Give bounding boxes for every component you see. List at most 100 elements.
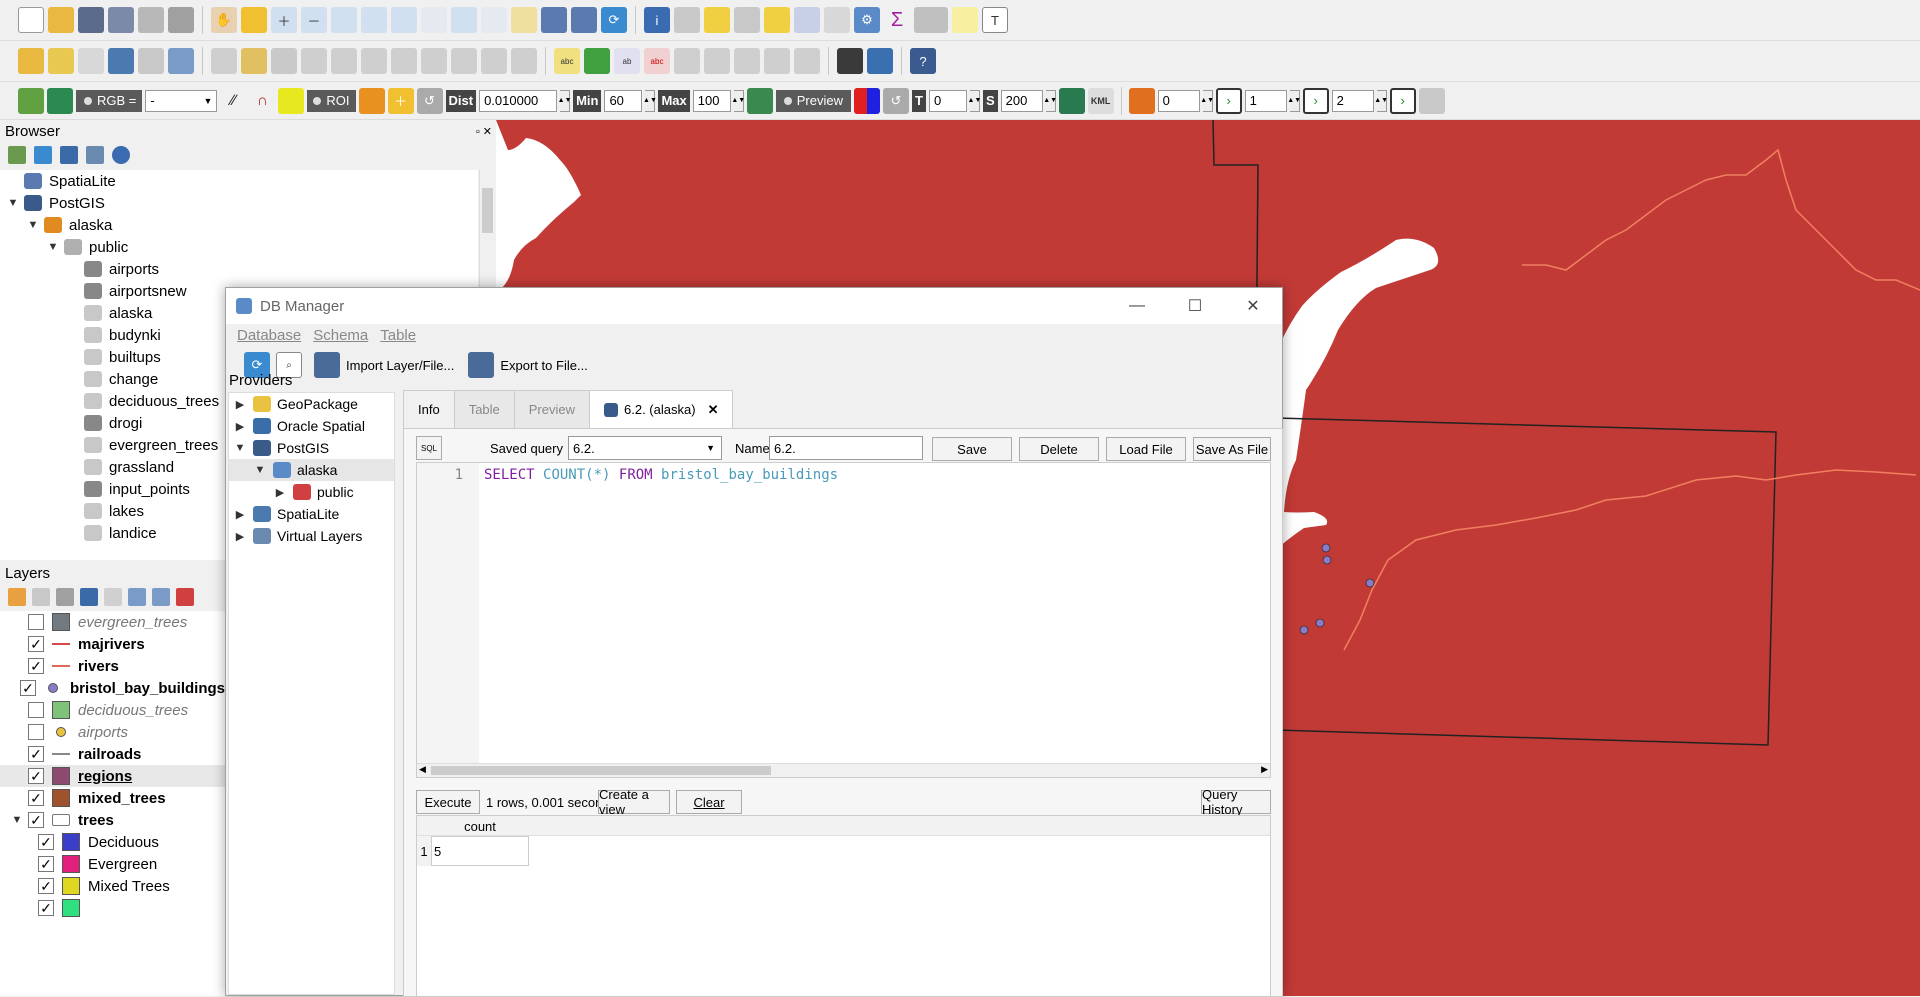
roi-create-icon[interactable] <box>358 87 385 114</box>
current-edits-icon[interactable] <box>211 48 237 74</box>
query-history-button[interactable]: Query History <box>1201 787 1271 817</box>
style-manager-icon[interactable] <box>168 7 194 33</box>
load-file-button[interactable]: Load File <box>1106 437 1186 461</box>
remove-temp-files-icon[interactable] <box>1058 87 1085 114</box>
redo-preview-icon[interactable]: ↺ <box>883 87 909 114</box>
layer-item[interactable]: ✓ Mixed Trees <box>0 875 225 897</box>
layer-item[interactable]: deciduous_trees <box>0 699 225 721</box>
save-project-icon[interactable] <box>78 7 104 33</box>
dist-input[interactable]: 0.010000 <box>479 89 558 112</box>
provider-item[interactable]: ▶ SpatiaLite <box>229 503 394 525</box>
layer-item[interactable]: evergreen_trees <box>0 611 225 633</box>
new-geopackage-icon[interactable] <box>48 48 74 74</box>
layer-visibility-checkbox[interactable]: ✓ <box>28 768 44 784</box>
zoom-next-icon[interactable] <box>481 7 507 33</box>
provider-item[interactable]: ▶ GeoPackage <box>229 393 394 415</box>
result-cell[interactable]: 5 <box>431 836 529 866</box>
expand-arrow-icon[interactable]: ▶ <box>233 420 247 433</box>
expand-arrow-icon[interactable]: ▼ <box>6 197 20 209</box>
action-icon[interactable] <box>674 7 700 33</box>
scroll-right-icon[interactable]: ▶ <box>1261 764 1268 775</box>
copy-features-icon[interactable] <box>421 48 447 74</box>
open-project-icon[interactable] <box>48 7 74 33</box>
execute-button[interactable]: Execute <box>416 790 480 814</box>
toggle-editing-icon[interactable] <box>241 48 267 74</box>
s-spinner[interactable]: ▲▼ <box>1043 89 1057 112</box>
expand-arrow-icon[interactable]: ▼ <box>46 241 60 253</box>
export-file-icon[interactable] <box>468 352 495 378</box>
label-diagram-icon[interactable] <box>584 48 610 74</box>
expand-arrow-icon[interactable]: ▼ <box>10 814 24 826</box>
clear-button[interactable]: Clear <box>676 790 742 814</box>
layer-visibility-checkbox[interactable] <box>28 724 44 740</box>
filter-icon[interactable] <box>60 146 78 164</box>
menu-table[interactable]: Table <box>380 327 416 344</box>
minimize-button[interactable]: — <box>1108 288 1166 324</box>
close-button[interactable]: ✕ <box>1224 288 1282 324</box>
paste-features-icon[interactable] <box>451 48 477 74</box>
expand-all-icon[interactable] <box>128 588 146 606</box>
local-std-stretch-icon[interactable]: ∩ <box>249 88 275 114</box>
building-point[interactable] <box>1321 543 1331 553</box>
min-spinner[interactable]: ▲▼ <box>643 89 657 112</box>
building-point[interactable] <box>1322 555 1332 565</box>
zoom-layer-icon[interactable] <box>391 7 417 33</box>
layer-item[interactable]: ✓ railroads <box>0 743 225 765</box>
t-input[interactable]: 0 <box>928 89 967 112</box>
layer-item[interactable]: ✓ Evergreen <box>0 853 225 875</box>
expand-arrow-icon[interactable]: ▼ <box>26 219 40 231</box>
zoom-out-icon[interactable]: － <box>301 7 327 33</box>
saved-query-select[interactable]: 6.2. ▼ <box>568 436 722 460</box>
layer-item[interactable]: ✓ bristol_bay_buildings <box>0 677 225 699</box>
pin-labels-icon[interactable]: ab <box>614 48 640 74</box>
measure-icon[interactable] <box>914 7 948 33</box>
layer-item[interactable]: airports <box>0 721 225 743</box>
expand-arrow-icon[interactable]: ▼ <box>233 442 247 454</box>
add-feature-icon[interactable] <box>301 48 327 74</box>
layer-visibility-checkbox[interactable] <box>28 614 44 630</box>
provider-item[interactable]: ▼ alaska <box>229 459 394 481</box>
layer-item[interactable]: ✓ majrivers <box>0 633 225 655</box>
band-2-set-icon[interactable]: › <box>1302 87 1329 114</box>
pan-icon[interactable]: ✋ <box>211 7 237 33</box>
band-3-input[interactable]: 2 <box>1331 89 1374 112</box>
deselect-icon[interactable] <box>764 7 790 33</box>
browser-item[interactable]: ▼ public <box>0 236 478 258</box>
hide-labels-icon[interactable]: abc <box>644 48 670 74</box>
layer-item[interactable]: ✓ regions <box>0 765 225 787</box>
roi-add-icon[interactable]: ＋ <box>387 87 414 114</box>
band-1-spinner[interactable]: ▲▼ <box>1200 89 1214 112</box>
help-icon[interactable]: ? <box>910 48 936 74</box>
scroll-thumb[interactable] <box>482 188 493 233</box>
layer-visibility-checkbox[interactable]: ✓ <box>38 878 54 894</box>
manage-themes-icon[interactable] <box>56 588 74 606</box>
new-temp-layer-icon[interactable] <box>138 48 164 74</box>
building-point[interactable] <box>1315 618 1325 628</box>
layer-visibility-checkbox[interactable]: ✓ <box>28 746 44 762</box>
python-console-icon[interactable] <box>867 48 893 74</box>
band-2-spinner[interactable]: ▲▼ <box>1287 89 1301 112</box>
layer-item[interactable]: ✓ rivers <box>0 655 225 677</box>
identify-icon[interactable]: i <box>644 7 670 33</box>
redo-icon[interactable] <box>511 48 537 74</box>
band-2-input[interactable]: 1 <box>1244 89 1287 112</box>
provider-item[interactable]: ▼ PostGIS <box>229 437 394 459</box>
scroll-thumb[interactable] <box>431 766 771 775</box>
layer-item[interactable]: ✓ Deciduous <box>0 831 225 853</box>
max-input[interactable]: 100 <box>692 89 731 112</box>
new-map-view-icon[interactable] <box>511 7 537 33</box>
band-1-input[interactable]: 0 <box>1157 89 1200 112</box>
tab-table[interactable]: Table <box>453 390 515 428</box>
new-virtual-layer-icon[interactable] <box>168 48 194 74</box>
browser-item[interactable]: SpatiaLite <box>0 170 478 192</box>
layer-item[interactable]: ✓ mixed_trees <box>0 787 225 809</box>
menu-schema[interactable]: Schema <box>313 327 368 344</box>
sql-editor-toggle-icon[interactable]: SQL <box>416 436 442 460</box>
label-properties-icon[interactable] <box>764 48 790 74</box>
data-source-manager-icon[interactable] <box>18 48 44 74</box>
layer-visibility-checkbox[interactable]: ✓ <box>28 658 44 674</box>
new-project-icon[interactable] <box>18 7 44 33</box>
layer-item[interactable]: ▼ ✓ trees <box>0 809 225 831</box>
scp-dock-icon[interactable] <box>18 87 44 114</box>
sql-editor[interactable]: 1 SELECT COUNT(*) FROM bristol_bay_build… <box>416 462 1271 778</box>
